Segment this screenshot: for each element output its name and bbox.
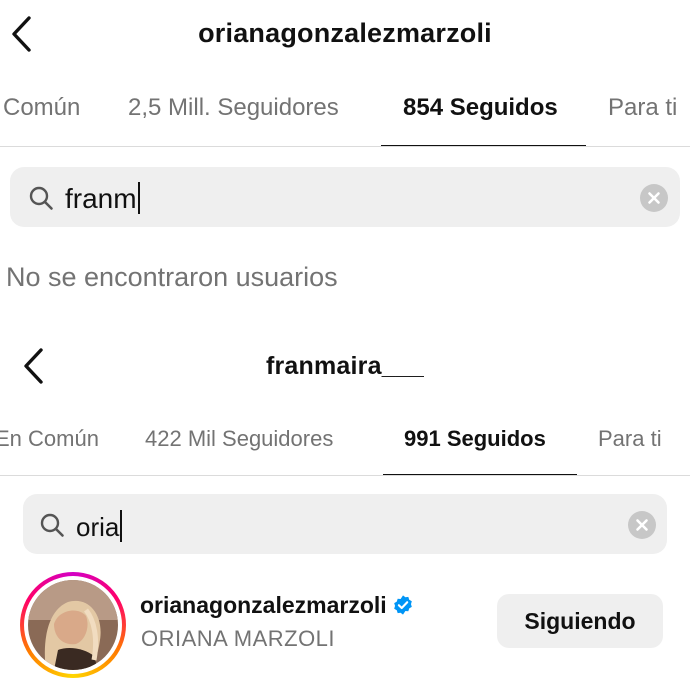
tab-for-you[interactable]: Para ti xyxy=(598,426,662,452)
story-ring xyxy=(20,572,126,678)
text-caret xyxy=(137,182,140,214)
verified-badge-icon xyxy=(392,594,414,616)
profile-username-title: franmaira___ xyxy=(265,352,425,380)
search-icon xyxy=(39,512,65,538)
tab-following[interactable]: 991 Seguidos xyxy=(404,426,546,452)
search-bar[interactable]: franm xyxy=(10,167,680,227)
no-results-message: No se encontraron usuarios xyxy=(6,262,338,292)
following-button[interactable]: Siguiendo xyxy=(497,594,663,648)
tab-for-you[interactable]: Para ti xyxy=(608,94,677,122)
result-username[interactable]: orianagonzalezmarzoli xyxy=(140,592,414,619)
result-username-text: orianagonzalezmarzoli xyxy=(140,592,387,618)
profile-following-panel-top: orianagonzalezmarzoli Común 2,5 Mill. Se… xyxy=(0,0,690,320)
clear-search-icon[interactable] xyxy=(640,184,668,212)
user-result-row[interactable]: orianagonzalezmarzoli ORIANA MARZOLI Sig… xyxy=(0,566,690,678)
tab-followers[interactable]: 2,5 Mill. Seguidores xyxy=(128,94,339,122)
tab-common[interactable]: Común xyxy=(3,94,80,122)
search-input[interactable]: oria xyxy=(76,510,123,543)
result-full-name: ORIANA MARZOLI xyxy=(141,626,336,651)
tab-common[interactable]: En Común xyxy=(0,426,99,452)
avatar[interactable] xyxy=(28,580,118,670)
clear-search-icon[interactable] xyxy=(628,511,656,539)
tabs-divider xyxy=(0,146,690,147)
tab-following[interactable]: 854 Seguidos xyxy=(403,94,558,122)
search-query: oria xyxy=(76,512,120,542)
search-input[interactable]: franm xyxy=(65,182,140,215)
search-query: franm xyxy=(65,183,137,214)
tabs-divider xyxy=(0,475,690,476)
tab-followers[interactable]: 422 Mil Seguidores xyxy=(145,426,333,452)
profile-following-panel-bottom: franmaira___ En Común 422 Mil Seguidores… xyxy=(0,330,690,690)
follow-tabs: En Común 422 Mil Seguidores 991 Seguidos… xyxy=(0,426,690,486)
follow-tabs: Común 2,5 Mill. Seguidores 854 Seguidos … xyxy=(0,94,690,154)
search-bar[interactable]: oria xyxy=(23,494,667,554)
search-icon xyxy=(28,185,54,211)
profile-username-title: orianagonzalezmarzoli xyxy=(198,18,492,48)
text-caret xyxy=(120,510,123,542)
